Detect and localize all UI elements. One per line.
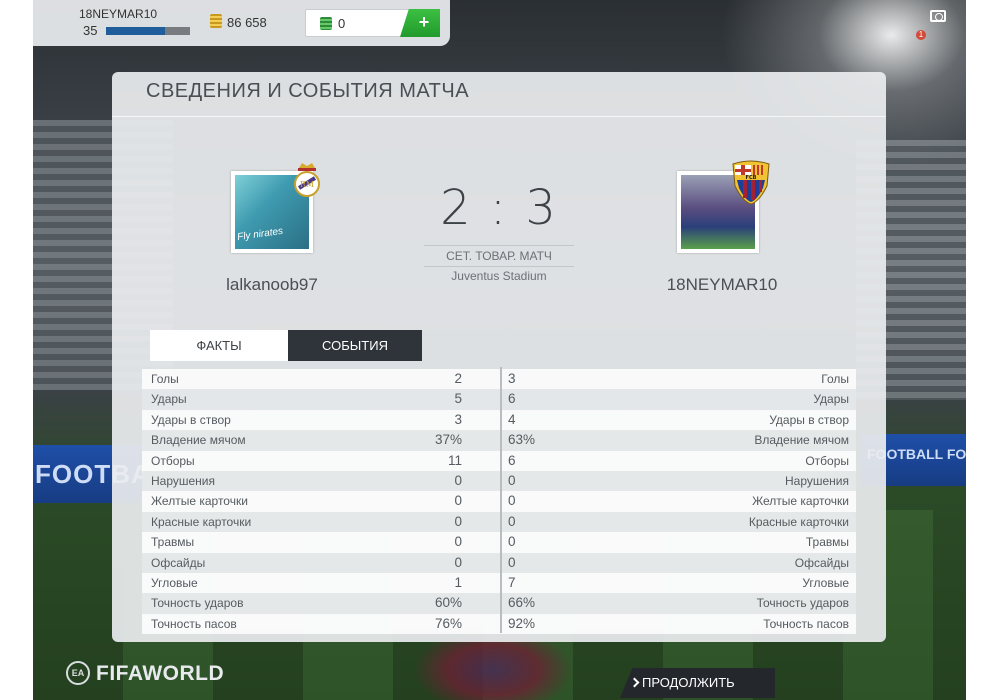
stats-row: Голы 2 3 Голы [142, 369, 856, 390]
player-hud: 18NEYMAR10 35 86 658 0 + [33, 0, 450, 46]
stadium-name: Juventus Stadium [451, 269, 547, 283]
dialog-title: СВЕДЕНИЯ И СОБЫТИЯ МАТЧА [146, 80, 470, 102]
stat-label-away: Угловые [802, 575, 849, 590]
stat-value-home: 60% [434, 595, 462, 611]
stats-row: Точность пасов 76% 92% Точность пасов [142, 613, 856, 635]
stat-label-away: Отборы [805, 453, 849, 468]
stat-value-home: 0 [454, 513, 462, 529]
coins-value: 86 658 [227, 15, 267, 30]
stat-label-away: Офсайды [794, 555, 849, 570]
stat-value-away: 66% [508, 595, 536, 611]
match-type: СЕТ. ТОВАР. МАТЧ [424, 245, 574, 267]
stats-row: Офсайды 0 0 Офсайды [142, 552, 856, 573]
points-value: 0 [338, 16, 346, 31]
stats-row: Отборы 11 6 Отборы [142, 450, 856, 471]
points-box: 0 + [305, 9, 440, 37]
xp-bar [106, 27, 190, 35]
points-icon [320, 17, 332, 30]
real-madrid-crest-icon: RM [294, 163, 320, 197]
stat-label-away: Желтые карточки [752, 494, 849, 509]
stat-value-home: 0 [454, 472, 462, 488]
stat-label-home: Желтые карточки [151, 494, 248, 509]
stat-value-away: 0 [508, 472, 516, 488]
stat-value-away: 4 [508, 411, 516, 427]
fifa-world-logo: EA FIFAWORLD [66, 659, 224, 689]
tab-events[interactable]: СОБЫТИЯ [288, 330, 422, 361]
away-team-name: 18NEYMAR10 [666, 275, 778, 294]
stat-label-home: Офсайды [151, 555, 206, 570]
stats-row: Точность ударов 60% 66% Точность ударов [142, 593, 856, 614]
ea-sports-icon: EA [66, 661, 90, 685]
stat-label-away: Голы [821, 372, 849, 386]
stats-row: Удары в створ 3 4 Удары в створ [142, 409, 856, 431]
stat-value-home: 3 [454, 411, 462, 427]
fifa-world-wordmark: FIFAWORLD [96, 662, 225, 685]
stat-value-away: 0 [508, 554, 516, 570]
stat-value-home: 5 [454, 391, 462, 407]
stats-row: Нарушения 0 0 Нарушения [142, 470, 856, 492]
add-points-button[interactable]: + [400, 9, 440, 37]
stat-label-home: Владение мячом [151, 433, 246, 448]
match-stats-table: Голы 2 3 Голы Удары 5 6 Удары Удары в створ 3 4 Уда… [142, 369, 856, 635]
stat-label-home: Травмы [151, 535, 195, 550]
stat-value-away: 6 [508, 391, 516, 407]
stat-label-away: Красные карточки [748, 514, 849, 529]
stats-row: Удары 5 6 Удары [142, 389, 856, 410]
notification-badge: 1 [916, 30, 926, 40]
stats-row: Травмы 0 0 Травмы [142, 532, 856, 553]
stat-value-home: 1 [454, 574, 462, 590]
stat-label-home: Голы [151, 372, 179, 386]
stat-value-home: 0 [454, 534, 462, 550]
match-details-dialog: СВЕДЕНИЯ И СОБЫТИЯ МАТЧА RM FCB lalkanoo… [112, 72, 886, 642]
stats-row: Желтые карточки 0 0 Желтые карточки [142, 491, 856, 512]
stat-label-away: Владение мячом [754, 433, 849, 448]
stat-label-home: Удары в створ [151, 412, 231, 427]
stat-label-home: Угловые [151, 575, 198, 590]
stat-label-away: Нарушения [784, 473, 849, 488]
stat-label-home: Точность ударов [151, 596, 244, 611]
home-team-name: lalkanoob97 [226, 275, 318, 294]
stat-label-away: Точность ударов [756, 596, 849, 611]
stat-value-away: 92% [508, 615, 536, 631]
stat-label-away: Удары в створ [769, 412, 849, 427]
stats-row: Владение мячом 37% 63% Владение мячом [142, 430, 856, 451]
chevron-right-icon [629, 677, 640, 688]
stat-label-away: Удары [813, 392, 849, 407]
stat-label-home: Удары [151, 392, 187, 407]
stats-row: Красные карточки 0 0 Красные карточки [142, 511, 856, 533]
xp-bar-fill [106, 27, 165, 35]
player-name: 18NEYMAR10 [79, 7, 158, 21]
stat-label-away: Травмы [805, 535, 849, 550]
coins-icon [210, 14, 222, 28]
stat-value-away: 63% [508, 432, 536, 448]
stat-value-away: 7 [508, 574, 516, 590]
stat-value-away: 0 [508, 513, 516, 529]
stat-value-away: 3 [508, 371, 516, 386]
stats-center-divider [500, 367, 502, 633]
title-divider [112, 116, 886, 117]
stat-value-away: 0 [508, 493, 516, 509]
stat-label-away: Точность пасов [763, 616, 849, 631]
stat-label-home: Красные карточки [151, 514, 252, 529]
stat-value-home: 0 [454, 493, 462, 509]
stat-value-home: 2 [454, 371, 462, 386]
match-score: 2 : 3 [440, 180, 558, 236]
stat-value-home: 76% [434, 615, 462, 631]
stat-value-away: 6 [508, 452, 516, 468]
camera-icon[interactable] [930, 10, 946, 22]
continue-button[interactable]: ПРОДОЛЖИТЬ [620, 668, 775, 698]
stat-value-home: 0 [454, 554, 462, 570]
svg-text:RM: RM [300, 180, 314, 189]
stat-label-home: Отборы [151, 453, 195, 468]
tab-facts[interactable]: ФАКТЫ [150, 330, 288, 361]
stat-value-home: 37% [434, 432, 462, 448]
stats-row: Угловые 1 7 Угловые [142, 572, 856, 594]
player-level: 35 [83, 23, 98, 38]
continue-label: ПРОДОЛЖИТЬ [642, 675, 735, 690]
stat-label-home: Точность пасов [151, 616, 237, 631]
stat-value-home: 11 [447, 452, 462, 468]
stat-label-home: Нарушения [151, 473, 216, 488]
barcelona-crest-icon: FCB [732, 160, 770, 205]
stat-value-away: 0 [508, 534, 516, 550]
